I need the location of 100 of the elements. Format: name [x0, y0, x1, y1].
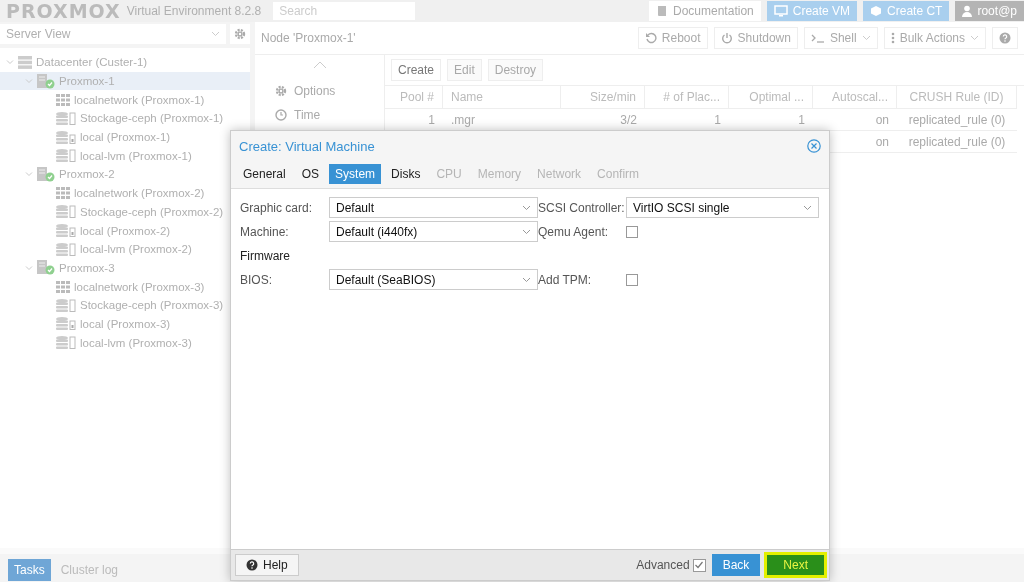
- tree-item[interactable]: local-lvm (Proxmox-3): [0, 333, 192, 352]
- menu-item[interactable]: Time: [255, 103, 384, 127]
- panel-tab[interactable]: Cluster log: [54, 559, 125, 581]
- tree-item[interactable]: localnetwork (Proxmox-3): [0, 277, 205, 296]
- database-icon: [56, 298, 76, 312]
- checkbox[interactable]: [626, 225, 638, 238]
- dialog-title: Create: Virtual Machine: [239, 138, 375, 154]
- chevron-up-icon[interactable]: [312, 61, 327, 69]
- tree-item[interactable]: Datacenter (Custer-1): [0, 53, 148, 72]
- tree-item[interactable]: Stockage-ceph (Proxmox-1): [0, 109, 224, 128]
- help-button[interactable]: Help: [235, 554, 299, 576]
- table-cell: on: [875, 112, 889, 127]
- toolbar-button[interactable]: Bulk Actions: [883, 27, 986, 49]
- settings-button[interactable]: [230, 24, 250, 44]
- caret-icon[interactable]: [25, 263, 33, 272]
- column-header[interactable]: Pool #: [385, 86, 443, 109]
- database-icon: [56, 242, 76, 256]
- header-button[interactable]: Create VM: [766, 1, 858, 21]
- view-select[interactable]: Server View: [0, 24, 226, 44]
- wizard-tab[interactable]: General: [237, 164, 292, 184]
- database-icon: [56, 149, 76, 163]
- back-button[interactable]: Back: [711, 554, 761, 576]
- select-field[interactable]: Default (i440fx): [329, 221, 538, 242]
- chevron-down-icon: [970, 35, 979, 41]
- gear-icon: [234, 28, 246, 40]
- column-header[interactable]: # of Plac...: [645, 86, 729, 109]
- field-label: BIOS:: [240, 272, 273, 287]
- help-icon: [999, 32, 1011, 44]
- tree-item[interactable]: Stockage-ceph (Proxmox-3): [0, 295, 224, 315]
- user-icon: [962, 5, 973, 17]
- tree-item[interactable]: local-lvm (Proxmox-1): [0, 146, 192, 166]
- caret-icon[interactable]: [25, 170, 33, 179]
- close-icon[interactable]: [807, 139, 821, 153]
- cube-icon: [870, 5, 883, 17]
- tree-item[interactable]: Proxmox-2: [0, 165, 115, 184]
- tree-item[interactable]: localnetwork (Proxmox-1): [0, 90, 205, 110]
- grid-icon: [56, 93, 70, 106]
- database-icon: [56, 317, 76, 331]
- chevron-down-icon: [861, 35, 871, 41]
- table-cell: replicated_rule (0): [908, 112, 1006, 127]
- book-icon: [656, 5, 668, 17]
- caret-icon[interactable]: [6, 58, 14, 67]
- database-icon: [56, 336, 76, 350]
- checkbox[interactable]: [692, 558, 706, 572]
- chevron-down-icon: [803, 204, 812, 211]
- tree-item[interactable]: local (Proxmox-1): [0, 127, 171, 147]
- user-menu-button[interactable]: root@p: [955, 1, 1024, 21]
- tree-item[interactable]: local (Proxmox-2): [0, 221, 171, 240]
- vertical-dots-icon: [890, 32, 895, 44]
- tree-item[interactable]: local (Proxmox-3): [0, 314, 171, 334]
- select-field[interactable]: VirtIO SCSI single: [626, 197, 819, 218]
- table-cell: on: [875, 134, 889, 149]
- next-button[interactable]: Next: [766, 554, 825, 576]
- chevron-down-icon: [522, 276, 531, 283]
- wizard-tab[interactable]: System: [329, 164, 382, 184]
- chevron-down-icon: [522, 204, 531, 211]
- wizard-tab[interactable]: Disks: [385, 164, 427, 184]
- tree-item[interactable]: Proxmox-3: [0, 258, 115, 278]
- help-icon: [246, 559, 258, 571]
- tree-item[interactable]: localnetwork (Proxmox-2): [0, 183, 205, 203]
- server-rack-icon: [18, 55, 32, 69]
- panel-tab[interactable]: Tasks: [8, 559, 51, 581]
- tree-item[interactable]: Stockage-ceph (Proxmox-2): [0, 202, 224, 222]
- toolbar-button[interactable]: Reboot: [637, 27, 708, 49]
- column-header[interactable]: Optimal ...: [729, 86, 813, 109]
- toolbar-button[interactable]: Shutdown: [713, 27, 798, 49]
- table-cell: 1: [798, 112, 805, 127]
- table-cell: 1: [428, 112, 435, 127]
- tree-item[interactable]: local-lvm (Proxmox-2): [0, 239, 192, 259]
- column-header[interactable]: Size/min: [561, 86, 645, 109]
- server-online-icon: [37, 260, 55, 276]
- column-header[interactable]: Name: [443, 86, 561, 109]
- grid-button[interactable]: Create: [391, 59, 442, 81]
- chevron-down-icon: [522, 228, 531, 235]
- toolbar-button[interactable]: Shell: [803, 27, 878, 49]
- menu-item[interactable]: Options: [255, 79, 384, 103]
- table-cell: replicated_rule (0): [908, 134, 1006, 149]
- table-cell: 3/2: [620, 112, 637, 127]
- panel-title: Node 'Proxmox-1': [261, 31, 357, 45]
- select-field[interactable]: Default (SeaBIOS): [329, 269, 538, 290]
- help-button[interactable]: [992, 27, 1018, 49]
- field-label: Graphic card:: [240, 200, 314, 215]
- header-button[interactable]: Create CT: [863, 1, 950, 21]
- database-icon: [56, 111, 76, 125]
- select-field[interactable]: Default: [329, 197, 538, 218]
- database-icon: [56, 224, 76, 238]
- terminal-icon: [810, 33, 825, 43]
- checkbox[interactable]: [626, 273, 638, 286]
- chevron-down-icon: [211, 31, 220, 37]
- gear-icon: [275, 85, 287, 97]
- column-header[interactable]: Autoscal...: [813, 86, 897, 109]
- grid-icon: [56, 280, 70, 293]
- wizard-tab[interactable]: OS: [295, 164, 326, 184]
- field-label: Add TPM:: [538, 272, 593, 287]
- power-icon: [720, 32, 733, 44]
- database-icon: [56, 130, 76, 144]
- header-button[interactable]: Documentation: [649, 1, 761, 21]
- field-label: Machine:: [240, 224, 290, 239]
- tree-item[interactable]: Proxmox-1: [0, 71, 250, 91]
- column-header[interactable]: CRUSH Rule (ID): [897, 86, 1017, 109]
